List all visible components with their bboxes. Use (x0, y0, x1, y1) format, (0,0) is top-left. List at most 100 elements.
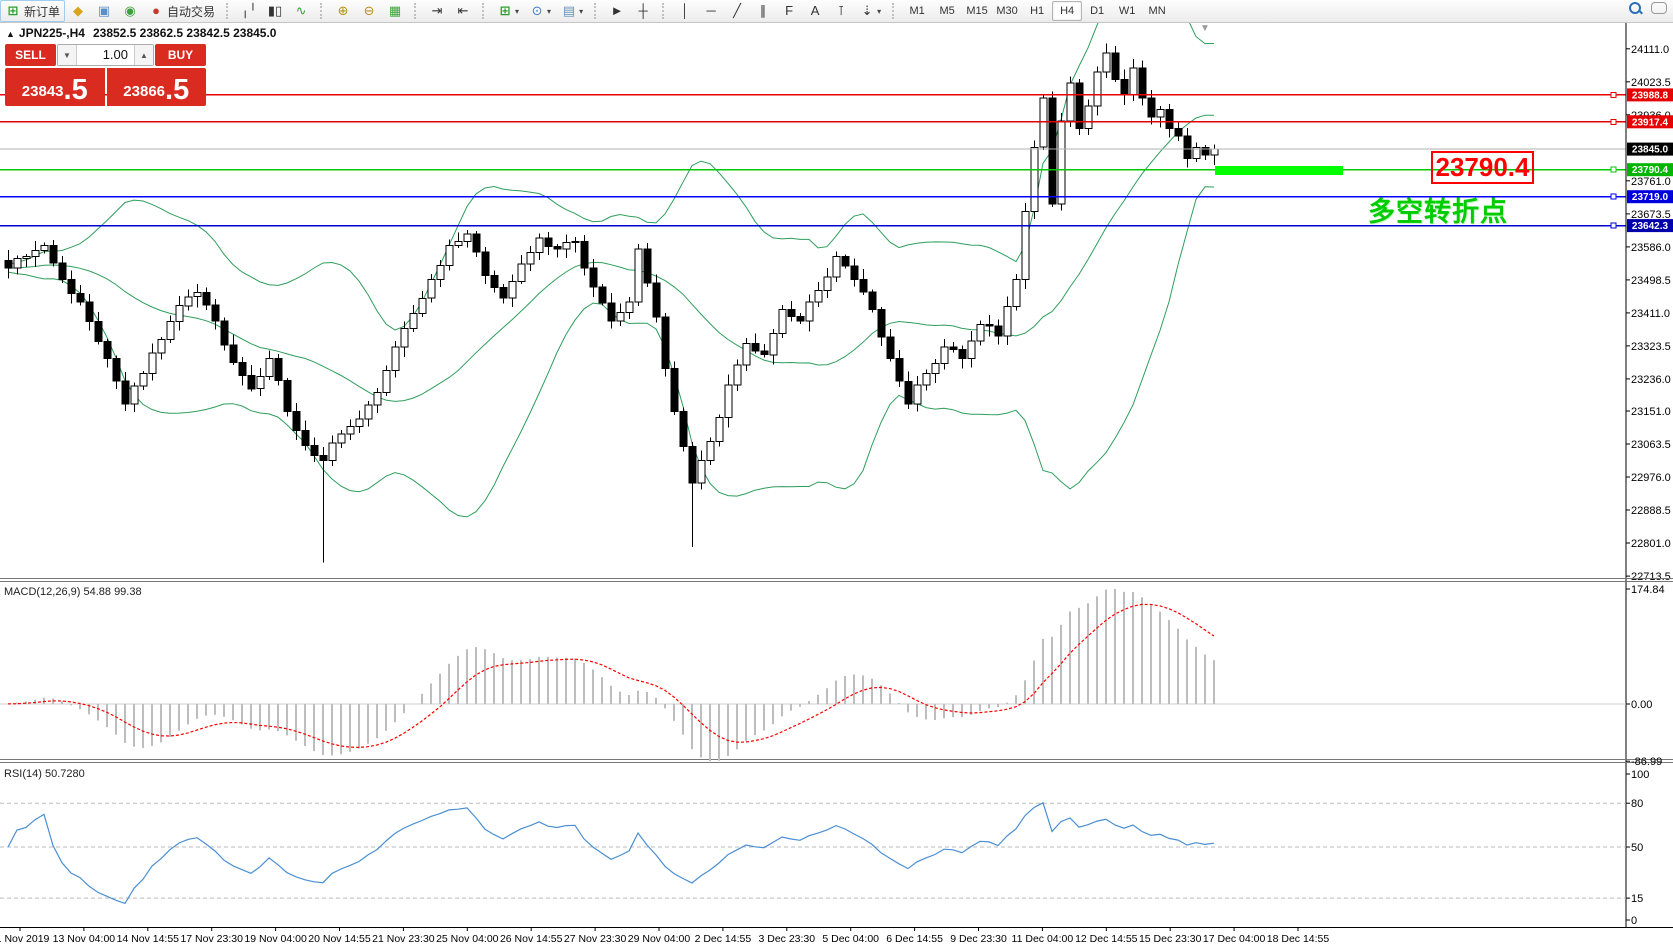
price-chart-canvas[interactable]: 24111.024023.523936.023761.023673.523586… (0, 0, 1673, 946)
bear-candle (203, 293, 210, 306)
text-icon: A (807, 3, 823, 19)
volume-increase-button[interactable]: ▲ (134, 45, 153, 65)
profile-button[interactable]: ▣ (91, 0, 117, 22)
buy-price-frac: .5 (165, 77, 189, 103)
tile-windows-button[interactable]: ▦ (382, 0, 408, 22)
search-button[interactable] (1629, 2, 1641, 17)
bull-candle (176, 306, 183, 322)
vertical-line-button[interactable]: │ (672, 0, 698, 22)
new-order-button[interactable]: ⊞ 新订单 (0, 0, 65, 22)
crosshair-button[interactable]: ┼ (630, 0, 656, 22)
timeframe-button-h4[interactable]: H4 (1052, 1, 1082, 21)
bull-candle (131, 386, 138, 404)
bull-candle (401, 329, 408, 348)
timeframe-button-m1[interactable]: M1 (902, 1, 932, 21)
equidistant-channel-button[interactable]: ∥ (750, 0, 776, 22)
zoom-in-button[interactable]: ⊕ (330, 0, 356, 22)
price-callout-box[interactable]: 23790.4 (1431, 151, 1534, 184)
toolbar-separator (320, 3, 326, 19)
sell-price-button[interactable]: 23843.5 (5, 68, 105, 106)
price-badge-label: 23790.4 (1632, 165, 1669, 176)
sell-button[interactable]: SELL (5, 44, 56, 66)
toolbar-separator (482, 3, 488, 19)
bear-candle (1202, 147, 1209, 155)
bear-candle (608, 303, 615, 321)
timeframe-button-d1[interactable]: D1 (1082, 1, 1112, 21)
bull-candle (365, 405, 372, 419)
bull-candle (770, 333, 777, 355)
autotrading-button[interactable]: ● 自动交易 (143, 0, 220, 22)
bear-candle (671, 369, 678, 412)
indicator-panels: 174.840.00-86.99100805015011 Nov 201913 … (0, 579, 1673, 946)
bear-candle (320, 456, 327, 461)
bull-candle (140, 374, 147, 386)
timeframe-button-m30[interactable]: M30 (992, 1, 1022, 21)
chart-shift-icon: ⇤ (455, 3, 471, 19)
text-button[interactable]: A (802, 0, 828, 22)
chart-shift-button[interactable]: ⇤ (450, 0, 476, 22)
bar-chart-button[interactable]: ╷╵ (236, 0, 262, 22)
collapse-triangle-icon[interactable]: ▲ (6, 29, 15, 39)
chart-wizard-icon: ◆ (70, 3, 86, 19)
price-badge-label: 23642.3 (1632, 221, 1669, 232)
bear-candle (752, 344, 759, 352)
time-axis-label: 15 Dec 23:30 (1139, 933, 1202, 945)
horizontal-line-button[interactable]: ─ (698, 0, 724, 22)
signals-button[interactable]: ◉ (117, 0, 143, 22)
search-icon (1629, 2, 1641, 14)
time-axis-label: 12 Dec 14:55 (1075, 933, 1138, 945)
bear-candle (5, 261, 12, 269)
bear-candle (473, 234, 480, 252)
bear-candle (122, 381, 129, 404)
turning-point-text[interactable]: 多空转折点 (1368, 190, 1508, 229)
price-badge-label: 23845.0 (1632, 145, 1669, 156)
autotrading-icon: ● (148, 3, 164, 19)
text-label-button[interactable]: ⊺ (828, 0, 854, 22)
timeframe-button-w1[interactable]: W1 (1112, 1, 1142, 21)
bull-candle (617, 312, 624, 320)
buy-price-button[interactable]: 23866.5 (107, 68, 207, 106)
timeframe-button-h1[interactable]: H1 (1022, 1, 1052, 21)
candlestick-chart-button[interactable]: ▮▯ (262, 0, 288, 22)
timeframe-button-m15[interactable]: M15 (962, 1, 992, 21)
bear-candle (878, 310, 885, 338)
bear-candle (113, 359, 120, 382)
one-click-trade-panel: SELL ▼ 1.00 ▲ BUY 23843.5 23866.5 (5, 44, 206, 106)
indicators-button[interactable]: ⊞▾ (492, 0, 524, 22)
templates-button[interactable]: ▤▾ (556, 0, 588, 22)
timeframe-button-m5[interactable]: M5 (932, 1, 962, 21)
price-badge-label: 23917.4 (1632, 117, 1669, 128)
line-chart-button[interactable]: ∿ (288, 0, 314, 22)
bull-candle (518, 264, 525, 281)
bull-candle (23, 257, 30, 259)
buy-button[interactable]: BUY (155, 44, 206, 66)
dropdown-arrow-icon: ▾ (877, 7, 881, 16)
line-anchor-handle (1611, 167, 1616, 172)
arrows-button[interactable]: ⇣▾ (854, 0, 886, 22)
bear-candle (599, 287, 606, 303)
volume-decrease-button[interactable]: ▼ (58, 45, 77, 65)
bear-candle (653, 283, 660, 317)
volume-input[interactable]: 1.00 (77, 45, 134, 65)
cursor-button[interactable]: ► (604, 0, 630, 22)
auto-scroll-button[interactable]: ⇥ (424, 0, 450, 22)
bull-candle (725, 385, 732, 417)
scroll-to-end-marker[interactable]: ▼ (1200, 23, 1210, 34)
time-axis-label: 29 Nov 04:00 (628, 933, 691, 945)
trendline-button[interactable]: ╱ (724, 0, 750, 22)
chat-button[interactable] (1651, 2, 1667, 17)
periods-button[interactable]: ⊙▾ (524, 0, 556, 22)
bull-candle (41, 245, 48, 250)
bear-candle (1121, 79, 1128, 94)
timeframe-button-mn[interactable]: MN (1142, 1, 1172, 21)
chart-wizard-button[interactable]: ◆ (65, 0, 91, 22)
bull-candle (698, 461, 705, 484)
time-axis-label: 19 Nov 04:00 (244, 933, 307, 945)
support-highlight-rectangle[interactable] (1215, 166, 1343, 175)
fibonacci-button[interactable]: F (776, 0, 802, 22)
bull-candle (626, 302, 633, 312)
price-tick-label: 23761.0 (1631, 176, 1671, 188)
zoom-out-button[interactable]: ⊖ (356, 0, 382, 22)
bear-candle (1184, 136, 1191, 159)
bull-candle (1004, 306, 1011, 336)
